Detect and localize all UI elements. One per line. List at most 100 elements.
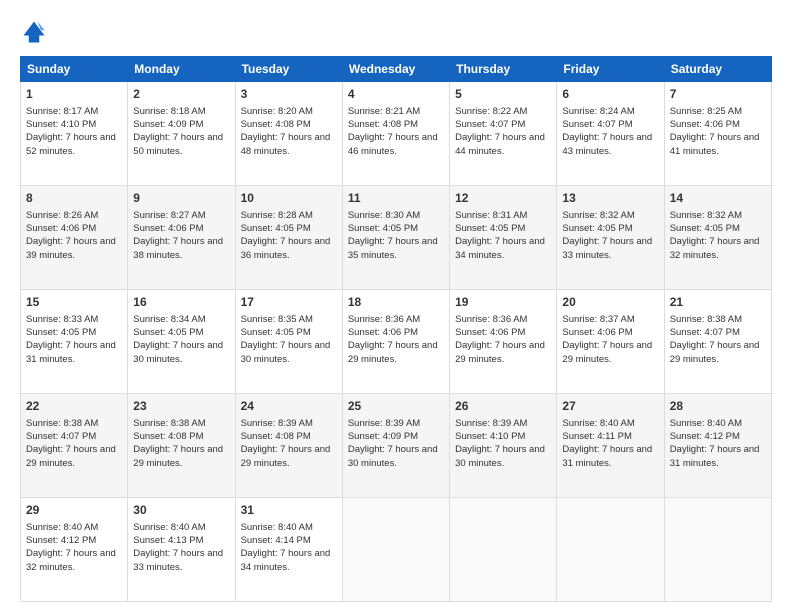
day-number: 4 — [348, 86, 444, 103]
day-number: 28 — [670, 398, 766, 415]
day-number: 12 — [455, 190, 551, 207]
calendar-cell: 16Sunrise: 8:34 AMSunset: 4:05 PMDayligh… — [128, 290, 235, 394]
calendar-cell: 3Sunrise: 8:20 AMSunset: 4:08 PMDaylight… — [235, 82, 342, 186]
day-number: 11 — [348, 190, 444, 207]
sunrise-text: Sunrise: 8:39 AM — [455, 418, 527, 429]
daylight-text: Daylight: 7 hours and 29 minutes. — [562, 340, 652, 364]
calendar-cell: 4 Sunrise: 8:21 AM Sunset: 4:08 PM Daylight… — [342, 82, 449, 186]
calendar-cell: 20Sunrise: 8:37 AMSunset: 4:06 PMDayligh… — [557, 290, 664, 394]
daylight-text: Daylight: 7 hours and 34 minutes. — [455, 236, 545, 260]
week-row-4: 22Sunrise: 8:38 AMSunset: 4:07 PMDayligh… — [21, 394, 772, 498]
calendar-cell: 26Sunrise: 8:39 AMSunset: 4:10 PMDayligh… — [450, 394, 557, 498]
sunrise-text: Sunrise: 8:28 AM — [241, 210, 313, 221]
sunset-text: Sunset: 4:05 PM — [133, 327, 203, 338]
calendar-cell: 12Sunrise: 8:31 AMSunset: 4:05 PMDayligh… — [450, 186, 557, 290]
daylight-text: Daylight: 7 hours and 32 minutes. — [670, 236, 760, 260]
calendar-cell: 21Sunrise: 8:38 AMSunset: 4:07 PMDayligh… — [664, 290, 771, 394]
calendar-cell: 17 Sunrise: 8:35 AM Sunset: 4:05 PM Dayligh… — [235, 290, 342, 394]
sunrise-text: Sunrise: 8:22 AM — [455, 106, 527, 117]
calendar-cell — [342, 498, 449, 602]
calendar-cell: 6 Sunrise: 8:24 AM Sunset: 4:07 PM Daylight… — [557, 82, 664, 186]
logo — [20, 18, 52, 46]
sunset-text: Sunset: 4:05 PM — [241, 327, 311, 338]
daylight-text: Daylight: 7 hours and 36 minutes. — [241, 236, 331, 260]
sunset-text: Sunset: 4:06 PM — [670, 119, 740, 130]
daylight-text: Daylight: 7 hours and 31 minutes. — [670, 444, 760, 468]
day-header-thursday: Thursday — [450, 57, 557, 82]
daylight-text: Daylight: 7 hours and 29 minutes. — [348, 340, 438, 364]
daylight-text: Daylight: 7 hours and 30 minutes. — [241, 340, 331, 364]
sunrise-text: Sunrise: 8:26 AM — [26, 210, 98, 221]
sunrise-text: Sunrise: 8:39 AM — [241, 418, 313, 429]
calendar-cell: 10Sunrise: 8:28 AMSunset: 4:05 PMDayligh… — [235, 186, 342, 290]
sunset-text: Sunset: 4:08 PM — [241, 431, 311, 442]
sunset-text: Sunset: 4:08 PM — [133, 431, 203, 442]
calendar-cell: 23Sunrise: 8:38 AMSunset: 4:08 PMDayligh… — [128, 394, 235, 498]
day-number: 22 — [26, 398, 122, 415]
calendar-cell — [664, 498, 771, 602]
day-number: 5 — [455, 86, 551, 103]
sunrise-text: Sunrise: 8:38 AM — [670, 314, 742, 325]
day-header-monday: Monday — [128, 57, 235, 82]
calendar-body: 1Sunrise: 8:17 AMSunset: 4:10 PMDaylight… — [21, 82, 772, 602]
sunrise-text: Sunrise: 8:33 AM — [26, 314, 98, 325]
day-number: 17 — [241, 294, 337, 311]
day-number: 20 — [562, 294, 658, 311]
sunset-text: Sunset: 4:08 PM — [348, 119, 418, 130]
daylight-text: Daylight: 7 hours and 30 minutes. — [133, 340, 223, 364]
day-number: 8 — [26, 190, 122, 207]
day-header-wednesday: Wednesday — [342, 57, 449, 82]
sunrise-text: Sunrise: 8:24 AM — [562, 106, 634, 117]
sunset-text: Sunset: 4:05 PM — [241, 223, 311, 234]
daylight-text: Daylight: 7 hours and 33 minutes. — [133, 548, 223, 572]
daylight-text: Daylight: 7 hours and 52 minutes. — [26, 132, 116, 156]
calendar-cell: 31Sunrise: 8:40 AMSunset: 4:14 PMDayligh… — [235, 498, 342, 602]
calendar-cell: 28Sunrise: 8:40 AMSunset: 4:12 PMDayligh… — [664, 394, 771, 498]
calendar-cell: 5Sunrise: 8:22 AMSunset: 4:07 PMDaylight… — [450, 82, 557, 186]
calendar-cell: 24Sunrise: 8:39 AMSunset: 4:08 PMDayligh… — [235, 394, 342, 498]
daylight-text: Daylight: 7 hours and 29 minutes. — [670, 340, 760, 364]
sunset-text: Sunset: 4:05 PM — [348, 223, 418, 234]
sunset-text: Sunset: 4:09 PM — [133, 119, 203, 130]
sunrise-text: Sunrise: 8:36 AM — [455, 314, 527, 325]
week-row-1: 1Sunrise: 8:17 AMSunset: 4:10 PMDaylight… — [21, 82, 772, 186]
daylight-text: Daylight: 7 hours and 41 minutes. — [670, 132, 760, 156]
sunset-text: Sunset: 4:10 PM — [455, 431, 525, 442]
day-number: 26 — [455, 398, 551, 415]
calendar-cell: 9Sunrise: 8:27 AMSunset: 4:06 PMDaylight… — [128, 186, 235, 290]
calendar-cell: 18Sunrise: 8:36 AMSunset: 4:06 PMDayligh… — [342, 290, 449, 394]
day-number: 27 — [562, 398, 658, 415]
calendar-cell: 30Sunrise: 8:40 AMSunset: 4:13 PMDayligh… — [128, 498, 235, 602]
day-number: 6 — [562, 86, 658, 103]
day-number: 7 — [670, 86, 766, 103]
sunrise-text: Sunrise: 8:30 AM — [348, 210, 420, 221]
day-number: 2 — [133, 86, 229, 103]
sunrise-text: Sunrise: 8:34 AM — [133, 314, 205, 325]
sunset-text: Sunset: 4:05 PM — [26, 327, 96, 338]
day-number: 31 — [241, 502, 337, 519]
page: SundayMondayTuesdayWednesdayThursdayFrid… — [0, 0, 792, 612]
sunrise-text: Sunrise: 8:21 AM — [348, 106, 420, 117]
sunset-text: Sunset: 4:07 PM — [455, 119, 525, 130]
daylight-text: Daylight: 7 hours and 50 minutes. — [133, 132, 223, 156]
sunset-text: Sunset: 4:06 PM — [26, 223, 96, 234]
daylight-text: Daylight: 7 hours and 48 minutes. — [241, 132, 331, 156]
sunrise-text: Sunrise: 8:35 AM — [241, 314, 313, 325]
calendar-cell: 27Sunrise: 8:40 AMSunset: 4:11 PMDayligh… — [557, 394, 664, 498]
calendar-cell: 2Sunrise: 8:18 AMSunset: 4:09 PMDaylight… — [128, 82, 235, 186]
day-header-sunday: Sunday — [21, 57, 128, 82]
sunset-text: Sunset: 4:10 PM — [26, 119, 96, 130]
daylight-text: Daylight: 7 hours and 31 minutes. — [26, 340, 116, 364]
day-number: 29 — [26, 502, 122, 519]
sunrise-text: Sunrise: 8:37 AM — [562, 314, 634, 325]
daylight-text: Daylight: 7 hours and 29 minutes. — [455, 340, 545, 364]
sunset-text: Sunset: 4:12 PM — [26, 535, 96, 546]
sunset-text: Sunset: 4:07 PM — [562, 119, 632, 130]
daylight-text: Daylight: 7 hours and 46 minutes. — [348, 132, 438, 156]
daylight-text: Daylight: 7 hours and 29 minutes. — [241, 444, 331, 468]
day-number: 18 — [348, 294, 444, 311]
daylight-text: Daylight: 7 hours and 33 minutes. — [562, 236, 652, 260]
daylight-text: Daylight: 7 hours and 43 minutes. — [562, 132, 652, 156]
daylight-text: Daylight: 7 hours and 39 minutes. — [26, 236, 116, 260]
sunset-text: Sunset: 4:08 PM — [241, 119, 311, 130]
